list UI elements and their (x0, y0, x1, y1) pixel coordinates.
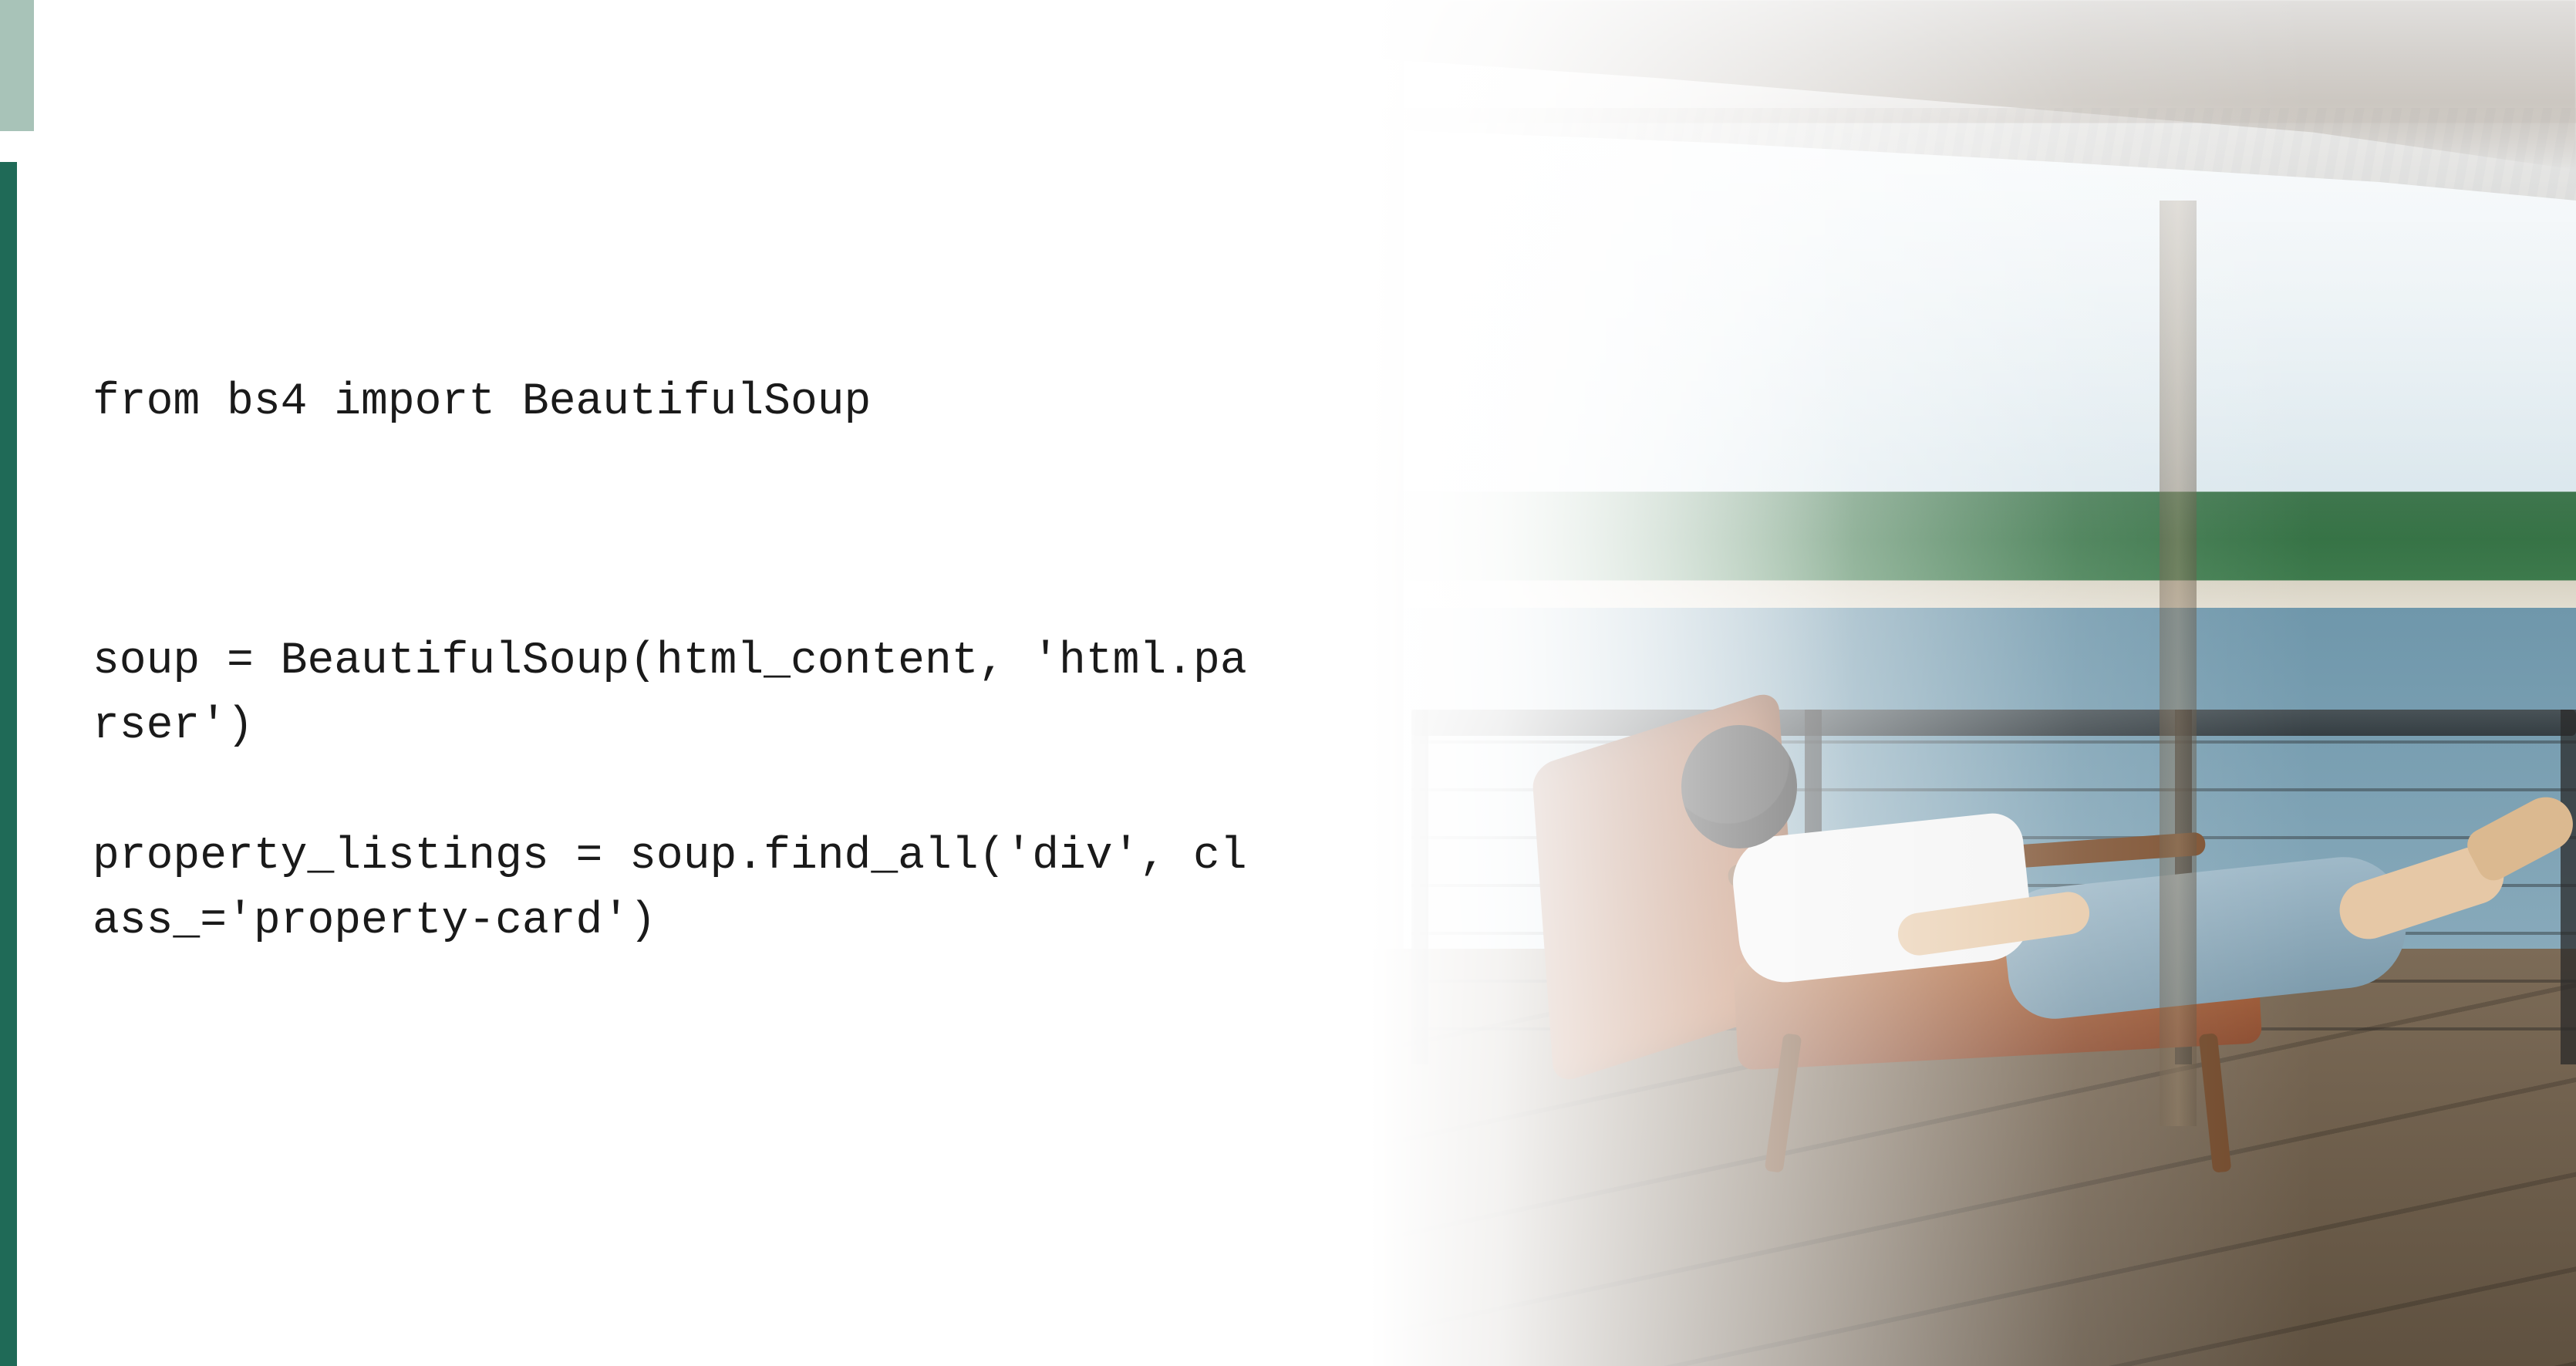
wood-post (2160, 201, 2197, 1126)
railing-top (1411, 710, 2576, 736)
wood-post (1311, 0, 1404, 1366)
thatched-roof-fringe (1265, 108, 2576, 201)
railing-post (2561, 710, 2576, 1064)
hero-photo (1265, 0, 2576, 1366)
code-text: from bs4 import BeautifulSoup soup = Bea… (93, 370, 1265, 954)
slide: from bs4 import BeautifulSoup soup = Bea… (0, 0, 2576, 1366)
accent-bar-top (0, 0, 34, 131)
accent-bar-side (0, 162, 17, 1366)
code-block: from bs4 import BeautifulSoup soup = Bea… (93, 370, 1265, 954)
railing-post (1411, 710, 1428, 1064)
